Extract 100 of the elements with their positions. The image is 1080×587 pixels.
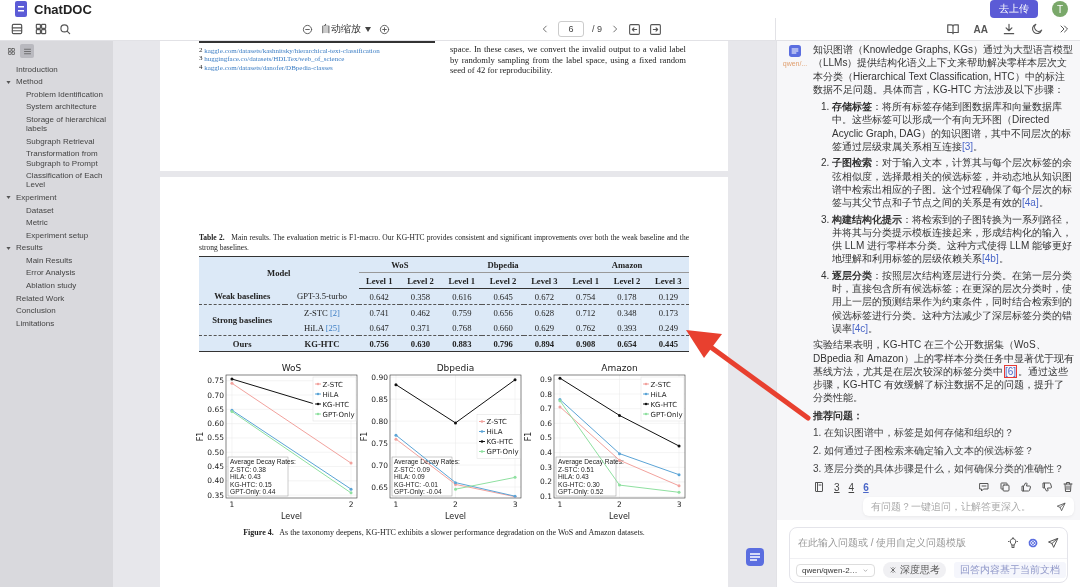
outline-item[interactable]: Transformation from Subgraph to Prompt [0,147,113,170]
copy-icon[interactable] [999,481,1011,493]
axis-label: F1 [524,431,533,442]
comment-icon[interactable] [978,481,990,493]
sidebar-tab[interactable] [20,44,34,58]
outline-item[interactable]: Method [12,75,113,89]
citation-link[interactable]: [4b] [982,253,999,265]
answer-list-item: 2. 子图检索：对于输入文本，计算其与每个层次标签的余弦相似度，选择最相关的候选标签，并动态地从知识图谱中检索出相应的子图。这个过程确保了每个层次的标签与其父节点和子节点之间的关系是有效的[4a]。 [821,156,1074,210]
table-cell: 0.628 [523,304,566,320]
outline-item[interactable]: Dataset [0,203,113,217]
source-link[interactable]: 4 [848,481,855,493]
chevron-down-icon [861,566,869,574]
caret-icon [365,26,371,32]
zoom-dropdown[interactable]: 自动缩放 [321,22,371,36]
table-cell: 0.894 [523,335,566,352]
download-icon[interactable] [1002,22,1016,36]
outline-item[interactable]: Related Work [0,291,113,305]
suggested-question[interactable]: 1. 在知识图谱中，标签是如何存储和组织的？ [813,424,1015,442]
sidebar-toggle-icon[interactable] [10,22,24,36]
table-header: Model [199,256,359,289]
table-cell: 0.768 [441,320,483,336]
table-cell: 0.642 [358,288,400,305]
table-cell: 0.348 [606,304,648,320]
table-cell: 0.249 [647,320,689,336]
outline-item[interactable]: Main Results [0,254,113,267]
upload-button[interactable]: 去上传 [990,0,1038,18]
table-header: Level 2 [606,272,648,289]
collapse-panel-icon[interactable] [1058,23,1070,35]
table-cell: GPT-3.5-turbo [285,288,359,305]
outline-item[interactable]: Subgraph Retrieval [0,135,113,148]
outline-item[interactable]: Metric [0,216,113,229]
outline-item[interactable]: Ablation study [0,279,113,292]
next-page-icon[interactable] [610,24,620,34]
table-cell: 0.393 [606,320,648,336]
citation-link[interactable]: [4a] [1022,197,1039,209]
table-header: Level 1 [358,272,400,289]
zoom-out-icon[interactable] [302,23,313,35]
outline-item[interactable]: Storage of hierarchical labels [0,113,113,136]
model-select[interactable]: qwen/qwen-2… [796,563,875,577]
outline-item[interactable]: Introduction [0,63,113,76]
outline-item[interactable]: Experiment setup [0,228,113,242]
suggested-question[interactable]: 2. 如何通过子图检索来确定输入文本的候选标签？ [813,442,1035,460]
outline-item[interactable]: Classification of Each Level [0,169,113,192]
previous-page-icon[interactable] [540,24,550,34]
source-link[interactable]: 6 [863,481,869,493]
search-icon[interactable] [58,22,72,36]
thumbs-down-icon[interactable] [1041,481,1053,493]
grid-icon [6,46,16,56]
answer-list-item: 1. 存储标签：将所有标签存储到图数据库和向量数据库中。这些标签可以形成一个有向无环图（Directed Acyclic Graph, DAG）的知识图谱，其中不同层次的标签通过层级隶属关系相互连接[3]。 [821,100,1072,154]
outline-item[interactable]: Problem Identification [0,88,113,101]
outline-item[interactable]: Error Analysis [0,266,113,280]
outline-item[interactable]: Experiment [12,191,113,204]
assistant-avatar-icon [789,45,801,57]
outline-item[interactable]: System architecture [0,100,113,114]
axis-label: Level [444,512,467,521]
citation-link[interactable]: [6] [1005,365,1017,377]
bulb-icon[interactable] [1007,537,1019,549]
source-link[interactable]: 3 [834,481,840,493]
zoom-in-icon[interactable] [379,23,390,35]
chart-title: WoS [281,363,302,373]
context-note: 回答内容基于当前文档 [953,562,1066,578]
table-cell: HiLA [25] [285,320,359,336]
axis-label: F1 [196,431,205,442]
thumbs-up-icon[interactable] [1020,481,1032,493]
table-cell: 0.712 [565,304,607,320]
book-icon[interactable] [945,22,960,36]
chat-icon[interactable] [746,548,764,566]
table-cell: 0.462 [399,304,442,320]
table-cell: 0.129 [647,288,689,305]
trash-icon[interactable] [1062,481,1074,493]
send-icon[interactable] [1047,537,1059,549]
table-header: Level 3 [523,272,566,289]
outline-item[interactable]: Conclusion [0,304,113,317]
arrow-right-box-icon[interactable] [649,22,662,36]
settings-icon[interactable] [1027,537,1039,549]
dark-mode-icon[interactable] [1030,22,1044,36]
table-header: Amazon [565,256,689,273]
table-cell: 0.656 [482,304,524,320]
triangle-icon[interactable] [5,244,12,252]
outline-item[interactable]: Limitations [0,317,113,330]
page-number-field[interactable]: 6 [558,21,584,37]
answer-paragraph: 实验结果表明，KG-HTC 在三个公开数据集（WoS、DBpedia 和 Amazon）上的零样本分类任务中显著优于现有基线方法，尤其是在层次较深的标签分类中 [6] 。通过这些步骤，KG-HTC 有效缓解了标注数据不足的问题，提升了分类性能。 [813,338,1074,405]
notebook-icon[interactable] [813,481,825,493]
answer-list-item: 3. 构建结构化提示：将检索到的子图转换为一系列路径，并将其与分类提示模板连接起来，形成结构化的输入，供 LLM 进行零样本分类。这种方式使得 LLM 能够更好地理解和利用标签的层级依赖关系[4b]。 [821,212,1074,266]
table-header: Level 1 [565,272,607,289]
table-cell: 0.672 [523,288,566,305]
grid-icon[interactable] [34,22,48,36]
deep-think-toggle[interactable]: 深度思考 [882,562,946,578]
suggested-question[interactable]: 3. 逐层分类的具体步骤是什么，如何确保分类的准确性？ [813,460,1065,478]
answer-paragraph: 知识图谱（Knowledge Graphs, KGs）通过为大型语言模型（LLMs）提供结构化语义上下文来帮助解决零样本层次文本分类（Hierarchical Text Classification, HTC）中的标注数据不足问题。具体而言，KG-HTC 方法涉及以下步骤： [813,43,1074,97]
arrow-left-box-icon[interactable] [628,22,641,36]
table-cell: Weak baselines [199,288,286,305]
triangle-icon[interactable] [5,78,12,86]
outline-item[interactable]: Results [12,241,113,255]
table-cell: 0.660 [482,320,524,336]
table-cell: 0.178 [606,288,648,305]
table-header: WoS [358,256,442,273]
text-size-button[interactable]: AA [973,23,988,35]
triangle-icon[interactable] [5,194,12,202]
send-icon[interactable] [1056,501,1066,512]
